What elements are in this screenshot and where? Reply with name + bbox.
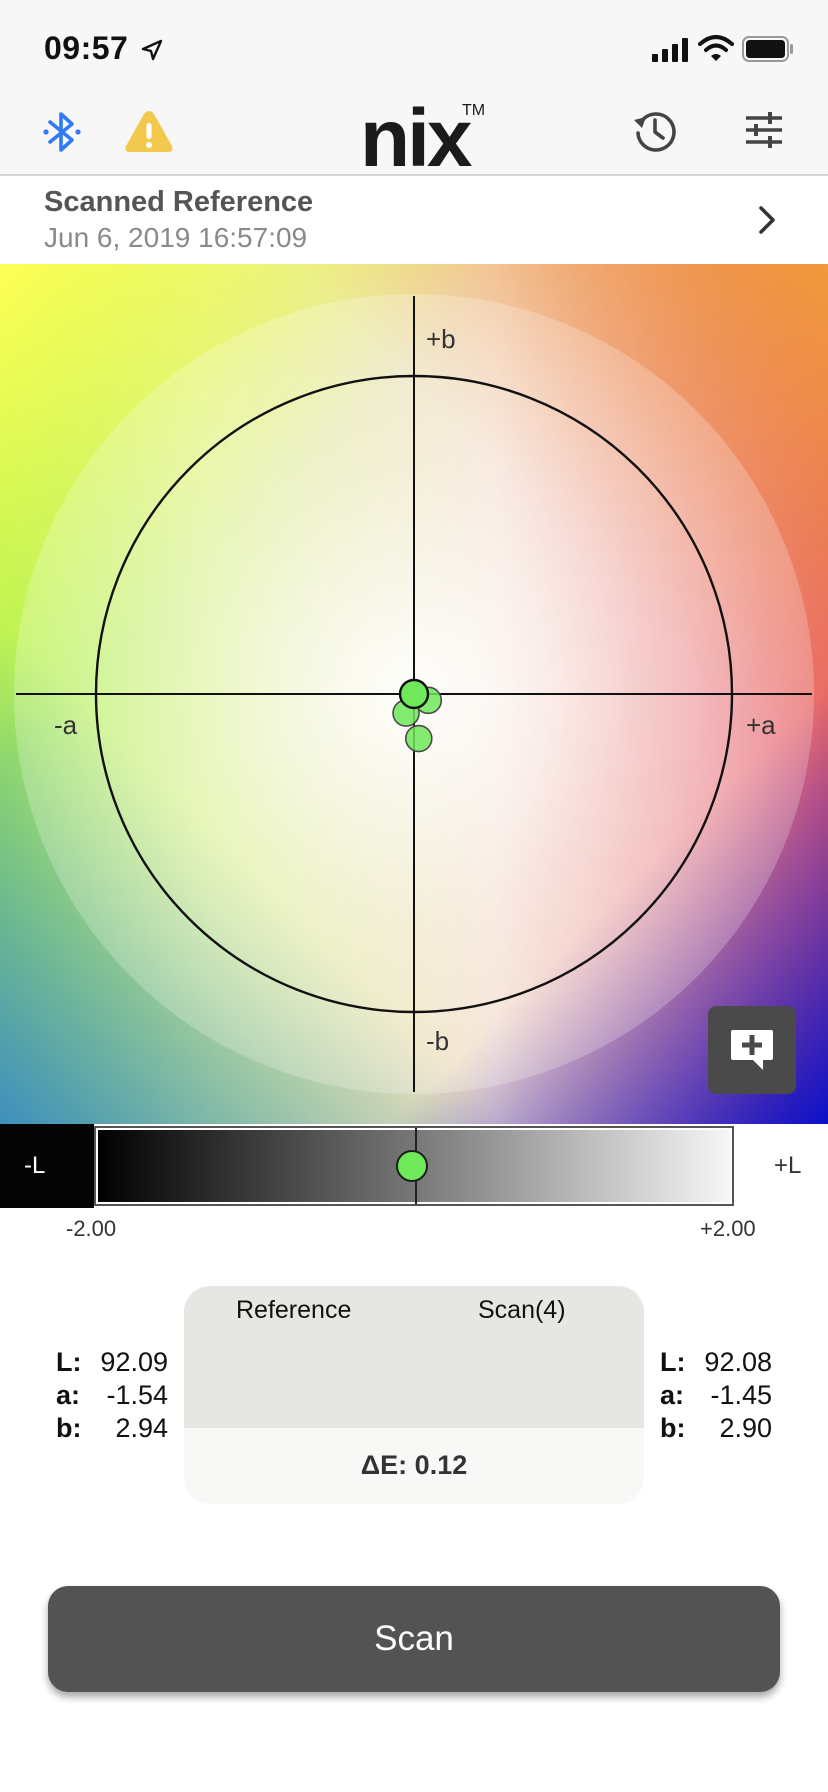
app-logo: nix <box>360 93 472 184</box>
wifi-icon <box>698 35 734 61</box>
history-icon[interactable] <box>632 108 678 154</box>
ref-a-value: -1.54 <box>106 1380 168 1410</box>
scan-lab-values: L: 92.08 a: -1.45 b: 2.90 <box>660 1346 772 1445</box>
status-time: 09:57 <box>44 30 129 66</box>
axis-label-plus-a: +a <box>746 710 776 740</box>
scan-label: Scan(4) <box>478 1296 566 1324</box>
scan-button[interactable]: Scan <box>48 1586 780 1692</box>
axis-label-minus-b: -b <box>426 1026 450 1056</box>
reference-header[interactable]: Scanned Reference Jun 6, 2019 16:57:09 <box>0 178 828 264</box>
comparison-card: Reference Scan(4) ΔE: 0.12 <box>184 1286 644 1504</box>
delta-e-value: ΔE: 0.12 <box>360 1450 468 1480</box>
reference-title: Scanned Reference <box>44 186 314 218</box>
ref-l-key: L: <box>56 1347 82 1377</box>
axis-label-plus-b: +b <box>426 324 456 354</box>
scan-point-reference <box>398 678 430 710</box>
warning-icon[interactable] <box>124 108 174 154</box>
scan-l-value: 92.08 <box>704 1347 772 1377</box>
color-difference-map[interactable]: +b -b -a +a <box>0 264 828 1124</box>
lightness-minus-label: -L <box>24 1152 46 1179</box>
reference-date: Jun 6, 2019 16:57:09 <box>44 222 308 253</box>
reference-lab-values: L: 92.09 a: -1.54 b: 2.94 <box>56 1346 168 1445</box>
ref-b-value: 2.94 <box>115 1413 168 1443</box>
nav-bar: nix TM <box>0 93 828 184</box>
add-comment-button[interactable] <box>708 1006 796 1094</box>
scan-a-value: -1.45 <box>710 1380 772 1410</box>
cellular-signal-icon <box>652 38 688 62</box>
scan-b-value: 2.90 <box>719 1413 772 1443</box>
lightness-bar-row: -L +L <box>0 1124 828 1208</box>
lightness-max-value: +2.00 <box>700 1216 756 1241</box>
logo-trademark: TM <box>462 102 486 119</box>
lightness-min-value: -2.00 <box>66 1216 117 1241</box>
lightness-plus-label: +L <box>774 1152 802 1179</box>
ref-l-value: 92.09 <box>100 1347 168 1377</box>
status-bar: 09:57 <box>0 0 828 96</box>
ab-plane <box>14 294 814 1094</box>
scan-a-key: a: <box>660 1380 685 1410</box>
bluetooth-icon[interactable] <box>42 108 82 156</box>
lightness-minus-block: -L <box>0 1124 94 1208</box>
scan-button-label: Scan <box>374 1619 454 1658</box>
location-arrow-icon <box>141 39 163 61</box>
settings-sliders-icon[interactable] <box>744 110 784 150</box>
chevron-right-icon[interactable] <box>756 204 780 236</box>
battery-icon <box>742 36 793 62</box>
scan-point-scan-3 <box>404 724 433 753</box>
ref-a-key: a: <box>56 1380 81 1410</box>
lightness-bar[interactable] <box>94 1126 734 1206</box>
ref-b-key: b: <box>56 1413 82 1443</box>
scan-l-key: L: <box>660 1347 686 1377</box>
add-comment-icon <box>731 1030 773 1070</box>
lightness-marker <box>396 1150 429 1182</box>
reference-label: Reference <box>236 1296 352 1324</box>
scan-b-key: b: <box>660 1413 686 1443</box>
axis-label-minus-a: -a <box>54 710 78 740</box>
